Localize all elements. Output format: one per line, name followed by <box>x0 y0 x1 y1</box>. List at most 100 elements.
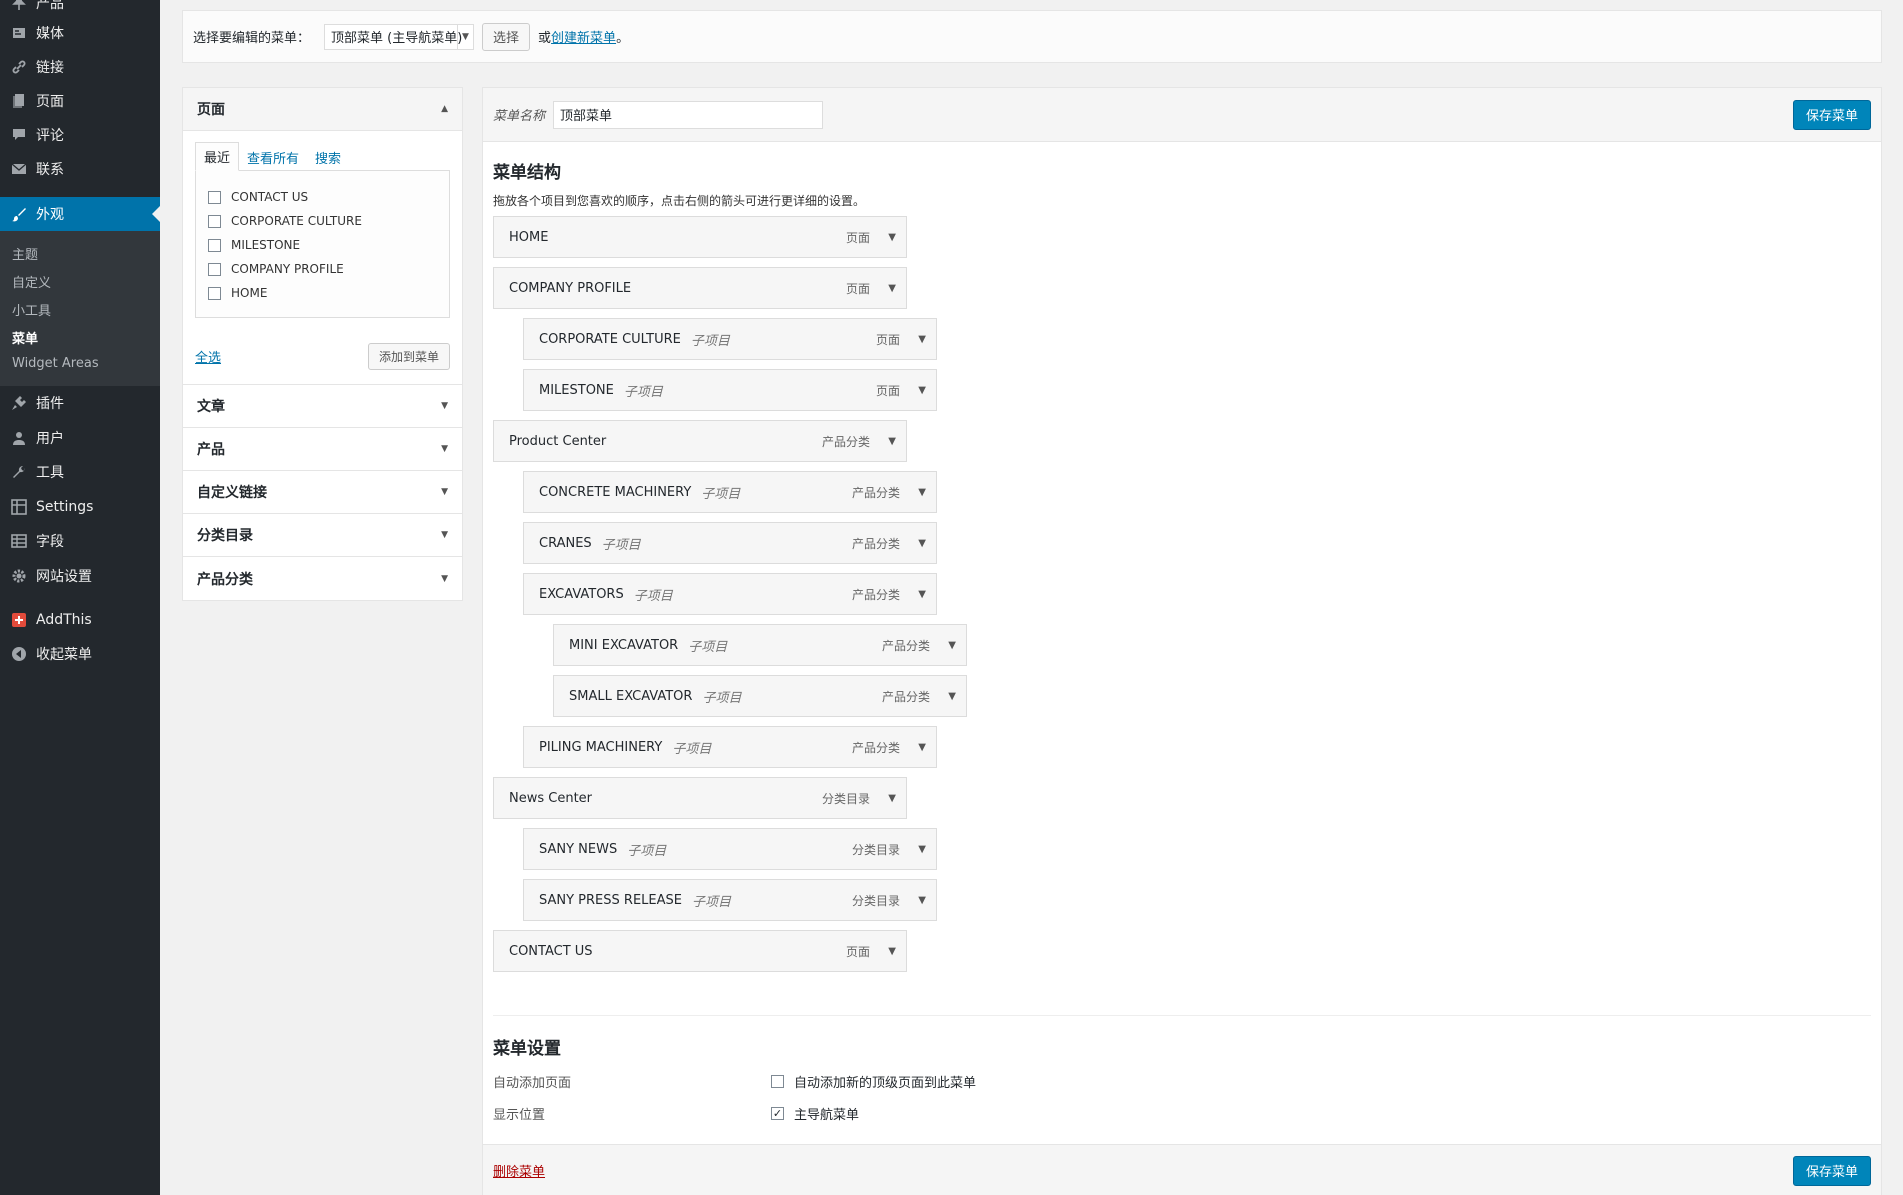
auto-add-checkbox[interactable] <box>771 1075 784 1088</box>
sidebar-item[interactable]: 收起菜单 <box>0 637 160 671</box>
comment-icon <box>10 126 28 144</box>
accordion-posts[interactable]: 文章 ▼ <box>183 385 462 428</box>
expand-arrow-icon[interactable]: ▼ <box>918 538 926 549</box>
create-menu-link[interactable]: 创建新菜单 <box>551 27 616 46</box>
menu-item[interactable]: MILESTONE 子项目 页面 ▼ <box>523 369 937 411</box>
page-checkbox[interactable] <box>208 262 221 276</box>
sidebar-item[interactable]: 工具 <box>0 455 160 489</box>
collapse-arrow-icon: ▲ <box>441 104 448 114</box>
expand-arrow-icon[interactable]: ▼ <box>918 844 926 855</box>
accordion-categories[interactable]: 分类目录 ▼ <box>183 514 462 557</box>
sidebar-item[interactable]: 网站设置 <box>0 559 160 593</box>
chevron-down-icon: ▼ <box>457 24 473 49</box>
submenu-item-widgets[interactable]: 小工具 <box>12 300 51 319</box>
pages-accordion-body: 最近 查看所有 搜索 CONTACT US CORPORATE CULTURE … <box>183 131 462 385</box>
sidebar-item-label: 评论 <box>36 128 64 144</box>
menu-item[interactable]: SMALL EXCAVATOR 子项目 产品分类 ▼ <box>553 675 967 717</box>
menu-item[interactable]: COMPANY PROFILE 页面 ▼ <box>493 267 907 309</box>
menu-item[interactable]: EXCAVATORS 子项目 产品分类 ▼ <box>523 573 937 615</box>
menu-name-input[interactable]: 顶部菜单 <box>553 100 824 129</box>
sidebar-item[interactable]: 评论 <box>0 118 160 152</box>
tab-search[interactable]: 搜索 <box>307 144 349 171</box>
menu-item[interactable]: SANY PRESS RELEASE 子项目 分类目录 ▼ <box>523 879 937 921</box>
add-to-menu-button[interactable]: 添加到菜单 <box>367 343 450 370</box>
tab-recent[interactable]: 最近 <box>195 142 240 171</box>
brush-icon <box>10 205 28 223</box>
sidebar-item-label: Settings <box>36 499 94 515</box>
select-menu-button[interactable]: 选择 <box>482 22 531 51</box>
media-icon <box>10 24 28 42</box>
menu-item-title: PILING MACHINERY <box>539 739 663 755</box>
sidebar-item[interactable]: 页面 <box>0 84 160 118</box>
submenu-item-widget-areas[interactable]: Widget Areas <box>12 356 99 371</box>
submenu-item-themes[interactable]: 主题 <box>12 244 38 263</box>
accordion-custom-links[interactable]: 自定义链接 ▼ <box>183 471 462 514</box>
menu-item-type: 页面 <box>845 230 870 245</box>
menu-item[interactable]: CORPORATE CULTURE 子项目 页面 ▼ <box>523 318 937 360</box>
expand-arrow-icon[interactable]: ▼ <box>888 436 896 447</box>
menu-select-dropdown[interactable]: 顶部菜单 (主导航菜单) ▼ <box>324 23 475 50</box>
sidebar-item[interactable]: 插件 <box>0 386 160 420</box>
accordion-products[interactable]: 产品 ▼ <box>183 428 462 471</box>
expand-arrow-icon[interactable]: ▼ <box>918 334 926 345</box>
expand-arrow-icon[interactable]: ▼ <box>948 691 956 702</box>
page-checkbox[interactable] <box>208 286 221 300</box>
location-checkbox[interactable]: ✓ <box>771 1107 784 1120</box>
expand-arrow-icon[interactable]: ▼ <box>948 640 956 651</box>
submenu-item-menus[interactable]: 菜单 <box>12 328 38 347</box>
sidebar-item[interactable]: 外观 <box>0 197 160 231</box>
expand-arrow-icon[interactable]: ▼ <box>918 487 926 498</box>
sidebar-item[interactable]: 用户 <box>0 421 160 455</box>
expand-arrow-icon[interactable]: ▼ <box>918 742 926 753</box>
menu-item-sub-label: 子项目 <box>633 588 673 604</box>
settings-grid-icon <box>10 498 28 516</box>
sidebar-item[interactable]: 媒体 <box>0 16 160 50</box>
page-label: CONTACT US <box>231 190 309 204</box>
sidebar-item[interactable]: AddThis <box>0 603 160 637</box>
sidebar-item[interactable]: 字段 <box>0 524 160 558</box>
menu-name-label: 菜单名称 <box>493 109 546 124</box>
delete-menu-link[interactable]: 删除菜单 <box>493 1161 545 1180</box>
menu-item[interactable]: CRANES 子项目 产品分类 ▼ <box>523 522 937 564</box>
page-checkbox[interactable] <box>208 214 221 228</box>
sidebar-item[interactable]: Settings <box>0 490 160 524</box>
menu-item[interactable]: CONCRETE MACHINERY 子项目 产品分类 ▼ <box>523 471 937 513</box>
sidebar-item[interactable]: 链接 <box>0 50 160 84</box>
page-checkbox[interactable] <box>208 238 221 252</box>
divider <box>493 1015 1871 1016</box>
expand-arrow-icon[interactable]: ▼ <box>888 946 896 957</box>
menu-item[interactable]: SANY NEWS 子项目 分类目录 ▼ <box>523 828 937 870</box>
sidebar-item-label: 收起菜单 <box>36 647 92 663</box>
expand-arrow-icon[interactable]: ▼ <box>888 283 896 294</box>
menu-item[interactable]: MINI EXCAVATOR 子项目 产品分类 ▼ <box>553 624 967 666</box>
menu-item[interactable]: Product Center 产品分类 ▼ <box>493 420 907 462</box>
tab-view-all[interactable]: 查看所有 <box>239 144 307 171</box>
period-text: 。 <box>616 31 630 46</box>
add-items-panel: 页面 ▲ 最近 查看所有 搜索 CONTACT US CORPORATE CUL… <box>182 87 463 601</box>
menu-item[interactable]: HOME 页面 ▼ <box>493 216 907 258</box>
page-checkbox[interactable] <box>208 190 221 204</box>
menu-item[interactable]: PILING MACHINERY 子项目 产品分类 ▼ <box>523 726 937 768</box>
select-all-link[interactable]: 全选 <box>195 347 221 366</box>
save-menu-button[interactable]: 保存菜单 <box>1792 1155 1871 1186</box>
menu-item[interactable]: CONTACT US 页面 ▼ <box>493 930 907 972</box>
menu-item[interactable]: News Center 分类目录 ▼ <box>493 777 907 819</box>
menu-item-type: 页面 <box>875 332 900 347</box>
expand-arrow-icon[interactable]: ▼ <box>888 232 896 243</box>
structure-title: 菜单结构 <box>493 163 561 183</box>
accordion-product-categories[interactable]: 产品分类 ▼ <box>183 557 462 600</box>
menu-item-sub-label: 子项目 <box>601 537 641 553</box>
sidebar-item[interactable]: 联系 <box>0 152 160 186</box>
link-icon <box>10 58 28 76</box>
menu-item-title: SMALL EXCAVATOR <box>569 688 693 704</box>
save-menu-button[interactable]: 保存菜单 <box>1792 99 1871 130</box>
expand-arrow-icon[interactable]: ▼ <box>918 589 926 600</box>
submenu-item-customize[interactable]: 自定义 <box>12 272 51 291</box>
expand-arrow-icon[interactable]: ▼ <box>918 385 926 396</box>
expand-arrow-icon[interactable]: ▼ <box>888 793 896 804</box>
accordion-pages[interactable]: 页面 ▲ <box>183 88 462 131</box>
expand-arrow-icon: ▼ <box>441 401 448 411</box>
plugin-icon <box>10 394 28 412</box>
menu-item-title: CRANES <box>539 535 592 551</box>
expand-arrow-icon[interactable]: ▼ <box>918 895 926 906</box>
